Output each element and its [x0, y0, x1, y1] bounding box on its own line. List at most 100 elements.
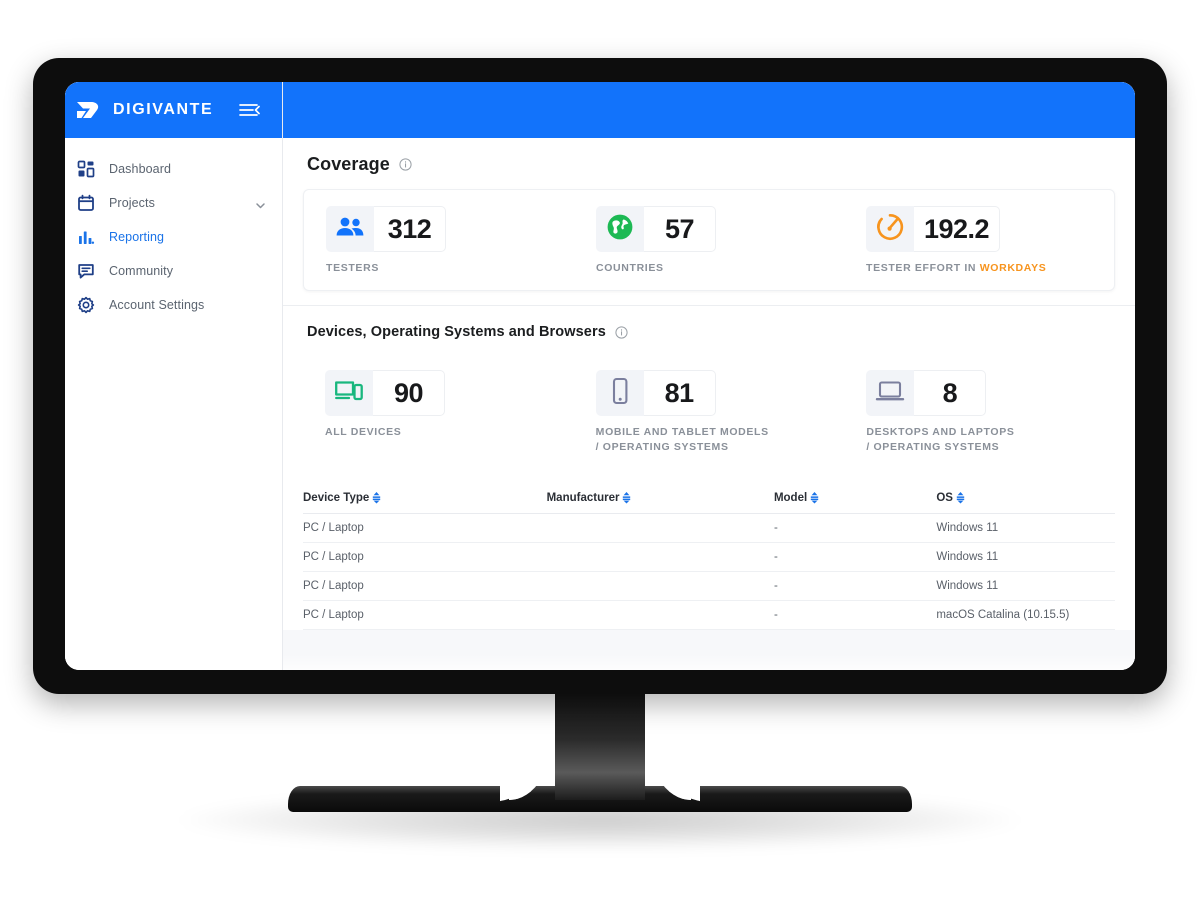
- stat-value: 90: [393, 377, 424, 408]
- stat-label: ALL DEVICES: [325, 426, 402, 438]
- all-devices-icon: [334, 379, 364, 408]
- cell-device-type: PC / Laptop: [303, 600, 547, 630]
- digivante-arrow-logo-icon: [75, 99, 101, 121]
- cell-os: macOS Catalina (10.15.5): [936, 600, 1115, 630]
- sidebar-item-reporting[interactable]: Reporting: [65, 220, 282, 254]
- all-devices-icon-container: [325, 370, 373, 416]
- stat-value-container: 312: [374, 206, 446, 252]
- sidebar-item-projects[interactable]: Projects: [65, 186, 282, 220]
- people-icon: [335, 215, 365, 244]
- sort-icon[interactable]: [955, 491, 966, 504]
- cell-model: -: [773, 513, 937, 543]
- globe-icon-container: [596, 206, 644, 252]
- content-scroll-area[interactable]: Coverage 312 TESTERS 57 COUNTRIES 192.2 …: [283, 138, 1135, 630]
- gear-icon: [77, 296, 95, 314]
- column-header-label: Manufacturer: [546, 491, 620, 504]
- table-row[interactable]: PC / Laptop - Windows 11: [303, 513, 1115, 543]
- column-header-model[interactable]: Model: [773, 491, 937, 514]
- monitor-bezel: DIGIVANTE Dashboard Projects Reporting C…: [33, 58, 1167, 694]
- stat-value: 57: [664, 213, 695, 244]
- stat-value-container: 192.2: [914, 206, 1001, 252]
- coverage-title-row: Coverage: [283, 154, 1135, 175]
- table-row[interactable]: PC / Laptop - Windows 11: [303, 542, 1115, 572]
- stat-label-highlight: WORKDAYS: [979, 262, 1047, 274]
- cell-model: -: [773, 542, 937, 572]
- column-header-label: Device Type: [303, 491, 370, 504]
- stat-all-devices: 90 ALL DEVICES: [303, 370, 574, 455]
- cell-os: Windows 11: [936, 513, 1115, 543]
- stat-value: 312: [387, 213, 432, 244]
- sidebar-item-dashboard[interactable]: Dashboard: [65, 152, 282, 186]
- column-header-manufacturer[interactable]: Manufacturer: [546, 491, 774, 514]
- table-header-row: Device Type Manufacturer Model OS: [303, 491, 1115, 514]
- devices-table-wrap: Device Type Manufacturer Model OS PC / L…: [283, 491, 1135, 630]
- sort-icon[interactable]: [371, 491, 382, 504]
- cell-manufacturer: [546, 571, 774, 601]
- chat-bubble-icon: [77, 262, 95, 280]
- monitor-scene: DIGIVANTE Dashboard Projects Reporting C…: [0, 0, 1200, 900]
- coverage-section: Coverage 312 TESTERS 57 COUNTRIES 192.2 …: [283, 138, 1135, 306]
- sort-icon[interactable]: [809, 491, 820, 504]
- cell-manufacturer: [546, 542, 774, 572]
- cell-manufacturer: [546, 513, 774, 543]
- sidebar-item-label: Community: [109, 264, 174, 278]
- sidebar-nav: Dashboard Projects Reporting Community A…: [65, 138, 282, 322]
- sidebar-item-community[interactable]: Community: [65, 254, 282, 288]
- stat-countries: 57 COUNTRIES: [574, 206, 844, 276]
- bar-chart-icon: [77, 228, 95, 246]
- stat-value: 192.2: [924, 213, 990, 244]
- stat-value: 81: [664, 377, 695, 408]
- table-row[interactable]: PC / Laptop - macOS Catalina (10.15.5): [303, 600, 1115, 630]
- gauge-icon-container: [866, 206, 914, 252]
- monitor-screen: DIGIVANTE Dashboard Projects Reporting C…: [65, 82, 1135, 670]
- info-icon[interactable]: [615, 325, 628, 339]
- stat-desktops-laptops: 8 DESKTOPS AND LAPTOPS / OPERATING SYSTE…: [844, 370, 1115, 455]
- brand-name: DIGIVANTE: [113, 101, 214, 118]
- stat-label: TESTER EFFORT IN WORKDAYS: [866, 261, 1114, 276]
- stat-value: 8: [942, 377, 958, 408]
- stat-value-container: 90: [373, 370, 445, 416]
- sort-icon[interactable]: [621, 491, 632, 504]
- stat-label: DESKTOPS AND LAPTOPS / OPERATING SYSTEMS: [866, 426, 1015, 453]
- top-bar: [283, 82, 1135, 138]
- sidebar-item-account-settings[interactable]: Account Settings: [65, 288, 282, 322]
- devices-section: Devices, Operating Systems and Browsers: [283, 306, 1135, 630]
- stat-value-container: 8: [914, 370, 987, 416]
- grid-dashboard-icon: [77, 160, 95, 178]
- screen-bottom-fade: [283, 654, 1135, 670]
- column-header-os[interactable]: OS: [936, 491, 1115, 514]
- column-header-label: Model: [773, 491, 808, 504]
- page-title: Coverage: [307, 154, 390, 174]
- table-row[interactable]: PC / Laptop - Windows 11: [303, 571, 1115, 601]
- main-content: Coverage 312 TESTERS 57 COUNTRIES 192.2 …: [283, 82, 1135, 670]
- devices-title-row: Devices, Operating Systems and Browsers: [283, 324, 1135, 340]
- collapse-sidebar-icon[interactable]: [238, 102, 260, 118]
- stat-tester-effort: 192.2 TESTER EFFORT IN WORKDAYS: [844, 206, 1114, 276]
- stat-value-container: 57: [644, 206, 716, 252]
- cell-manufacturer: [546, 600, 774, 630]
- cell-model: -: [773, 571, 937, 601]
- info-icon[interactable]: [399, 158, 412, 171]
- chevron-down-icon[interactable]: [255, 198, 266, 209]
- brand-bar: DIGIVANTE: [65, 82, 282, 138]
- cell-device-type: PC / Laptop: [303, 571, 547, 601]
- sidebar-item-label: Account Settings: [109, 298, 205, 312]
- mobile-phone-icon: [610, 377, 630, 410]
- column-header-device-type[interactable]: Device Type: [303, 491, 547, 514]
- globe-icon: [606, 213, 634, 246]
- sidebar-item-label: Projects: [109, 196, 155, 210]
- stat-testers: 312 TESTERS: [304, 206, 574, 276]
- sidebar: DIGIVANTE Dashboard Projects Reporting C…: [65, 82, 283, 670]
- stat-label: MOBILE AND TABLET MODELS / OPERATING SYS…: [595, 426, 769, 453]
- sidebar-item-label: Dashboard: [109, 162, 172, 176]
- stat-label: TESTERS: [326, 262, 379, 274]
- devices-title: Devices, Operating Systems and Browsers: [307, 324, 606, 340]
- cell-os: Windows 11: [936, 542, 1115, 572]
- stat-mobile-tablet: 81 MOBILE AND TABLET MODELS / OPERATING …: [574, 370, 845, 455]
- mobile-phone-icon-container: [595, 370, 644, 416]
- coverage-stats-card: 312 TESTERS 57 COUNTRIES 192.2 TESTER EF…: [303, 189, 1115, 291]
- column-header-label: OS: [936, 491, 953, 504]
- cell-device-type: PC / Laptop: [303, 542, 547, 572]
- stat-value-container: 81: [643, 370, 716, 416]
- stat-label: COUNTRIES: [596, 262, 664, 274]
